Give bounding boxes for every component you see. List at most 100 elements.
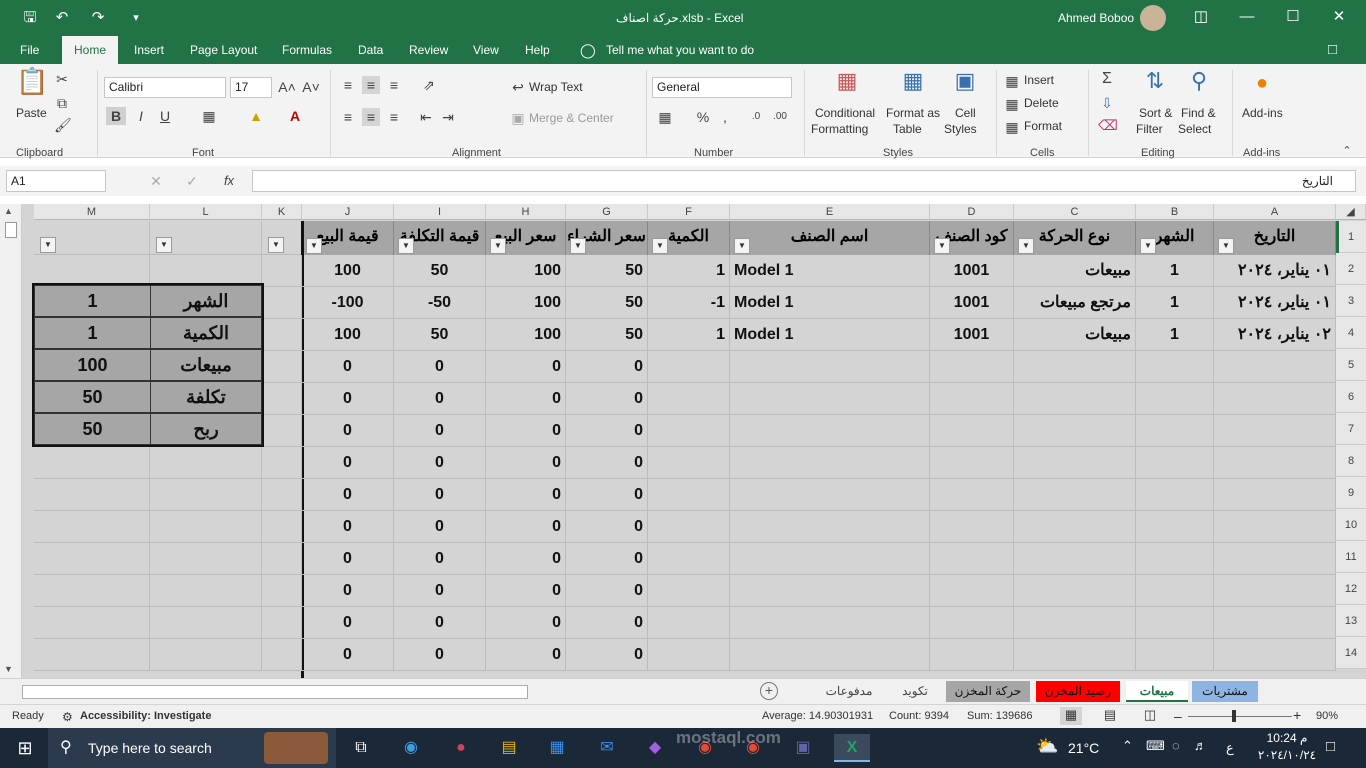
enter-icon[interactable]: ✓ (184, 172, 200, 190)
table-cell[interactable] (648, 511, 730, 543)
table-cell[interactable] (648, 639, 730, 671)
table-cell[interactable]: 1 (1136, 287, 1214, 319)
empty-cell[interactable] (34, 543, 150, 575)
table-cell[interactable]: 0 (566, 447, 648, 479)
table-cell[interactable]: 1 (1136, 319, 1214, 351)
table-cell[interactable] (730, 607, 930, 639)
zoom-level[interactable]: 90% (1316, 710, 1338, 722)
formula-input[interactable]: التاريخ (252, 170, 1356, 192)
format-cells-button[interactable]: Format (1024, 119, 1062, 133)
keyboard-icon[interactable]: ⌨ (1146, 738, 1165, 754)
user-name[interactable]: Ahmed Boboo (1058, 11, 1134, 25)
cut-icon[interactable]: ✂ (54, 70, 70, 88)
table-cell[interactable]: 50 (566, 287, 648, 319)
sort-filter-label-2[interactable]: Filter (1136, 122, 1163, 136)
autosum-icon[interactable]: Σ (1098, 70, 1116, 88)
table-cell[interactable]: 0 (394, 543, 486, 575)
collapse-ribbon-icon[interactable]: ⌃ (1340, 142, 1354, 160)
empty-cell[interactable] (34, 607, 150, 639)
table-cell[interactable]: 50 (394, 319, 486, 351)
table-cell[interactable] (1214, 639, 1336, 671)
empty-cell[interactable] (262, 575, 302, 607)
table-cell[interactable] (648, 383, 730, 415)
conditional-formatting-label-1[interactable]: Conditional (815, 106, 875, 120)
row-header-1[interactable]: 1 (1336, 221, 1366, 253)
table-cell[interactable] (1014, 447, 1136, 479)
app-icon[interactable]: ● (446, 734, 476, 762)
align-bottom-icon[interactable]: ≡ (386, 76, 402, 94)
cell-styles-label-2[interactable]: Styles (944, 122, 977, 136)
tab-data[interactable]: Data (358, 36, 383, 64)
row-header-9[interactable]: 9 (1336, 477, 1366, 509)
windows-start-icon[interactable]: ⊞ (10, 734, 40, 762)
empty-cell[interactable] (262, 383, 302, 415)
row-header-8[interactable]: 8 (1336, 445, 1366, 477)
table-cell[interactable]: ٠٢ يناير، ٢٠٢٤ (1214, 319, 1336, 351)
table-cell[interactable] (1214, 543, 1336, 575)
filter-dropdown-button[interactable]: ▼ (306, 238, 322, 254)
table-cell[interactable] (1214, 575, 1336, 607)
sheet-tab-payments[interactable]: مدفوعات (818, 681, 880, 702)
tab-help[interactable]: Help (525, 36, 550, 64)
table-cell[interactable]: 100 (486, 287, 566, 319)
table-cell[interactable] (1136, 607, 1214, 639)
network-icon[interactable]: ◌ (1172, 738, 1180, 753)
table-cell[interactable] (1014, 479, 1136, 511)
column-header-a[interactable]: A (1214, 204, 1336, 220)
table-cell[interactable] (648, 575, 730, 607)
scroll-thumb[interactable] (5, 222, 17, 238)
table-cell[interactable]: 0 (302, 607, 394, 639)
edge-icon[interactable]: ◉ (396, 734, 426, 762)
table-cell[interactable] (1136, 639, 1214, 671)
sheet-tab-stock-movement[interactable]: حركة المخزن (946, 681, 1030, 702)
table-cell[interactable] (1014, 607, 1136, 639)
filter-dropdown-button[interactable]: ▼ (1140, 238, 1156, 254)
sheet-tab-purchases[interactable]: مشتريات (1192, 681, 1258, 702)
align-top-icon[interactable]: ≡ (340, 76, 356, 94)
cell-styles-label-1[interactable]: Cell (955, 106, 976, 120)
table-cell[interactable] (648, 351, 730, 383)
table-cell[interactable]: 0 (486, 511, 566, 543)
conditional-formatting-icon[interactable]: ▦ (832, 70, 862, 92)
table-cell[interactable]: ٠١ يناير، ٢٠٢٤ (1214, 287, 1336, 319)
find-select-label-1[interactable]: Find & (1181, 106, 1216, 120)
filter-dropdown-button[interactable]: ▼ (268, 237, 284, 253)
table-cell[interactable]: 0 (394, 575, 486, 607)
tell-me-box[interactable]: Tell me what you want to do (606, 36, 754, 64)
file-explorer-icon[interactable]: ▤ (494, 734, 524, 762)
tray-chevron-icon[interactable]: ⌃ (1122, 738, 1133, 754)
empty-cell[interactable] (262, 255, 302, 287)
select-all-corner[interactable]: ◢ (1336, 204, 1366, 220)
teams-icon[interactable]: ▣ (788, 734, 818, 762)
table-cell[interactable] (930, 415, 1014, 447)
empty-cell[interactable] (262, 511, 302, 543)
filter-dropdown-button[interactable]: ▼ (490, 238, 506, 254)
wrap-text-button[interactable]: Wrap Text (529, 80, 583, 94)
table-cell[interactable] (930, 351, 1014, 383)
table-cell[interactable]: Model 1 (730, 319, 930, 351)
table-cell[interactable]: 0 (394, 639, 486, 671)
table-cell[interactable]: مرتجع مبيعات (1014, 287, 1136, 319)
table-cell[interactable]: 1 (648, 255, 730, 287)
table-cell[interactable]: 0 (566, 415, 648, 447)
volume-icon[interactable]: ♬ (1194, 738, 1207, 753)
table-cell[interactable]: 0 (486, 639, 566, 671)
table-cell[interactable]: 0 (486, 415, 566, 447)
table-cell[interactable] (1014, 383, 1136, 415)
decrease-indent-icon[interactable]: ⇤ (418, 108, 434, 126)
table-cell[interactable] (648, 479, 730, 511)
empty-cell[interactable] (34, 575, 150, 607)
weather-temp[interactable]: 21°C (1068, 740, 1099, 756)
table-cell[interactable]: 0 (394, 351, 486, 383)
customize-qat-icon[interactable]: ▾ (126, 8, 146, 28)
table-cell[interactable]: 1001 (930, 287, 1014, 319)
filter-dropdown-button[interactable]: ▼ (734, 238, 750, 254)
font-name-box[interactable]: Calibri (104, 77, 226, 98)
cancel-icon[interactable]: ✕ (148, 172, 164, 190)
currency-icon[interactable]: ▦ (656, 108, 674, 126)
column-header-d[interactable]: D (930, 204, 1014, 220)
empty-cell[interactable] (34, 639, 150, 671)
scroll-down-icon[interactable]: ▼ (4, 664, 13, 674)
table-cell[interactable]: مبيعات (1014, 255, 1136, 287)
table-cell[interactable]: 0 (394, 383, 486, 415)
